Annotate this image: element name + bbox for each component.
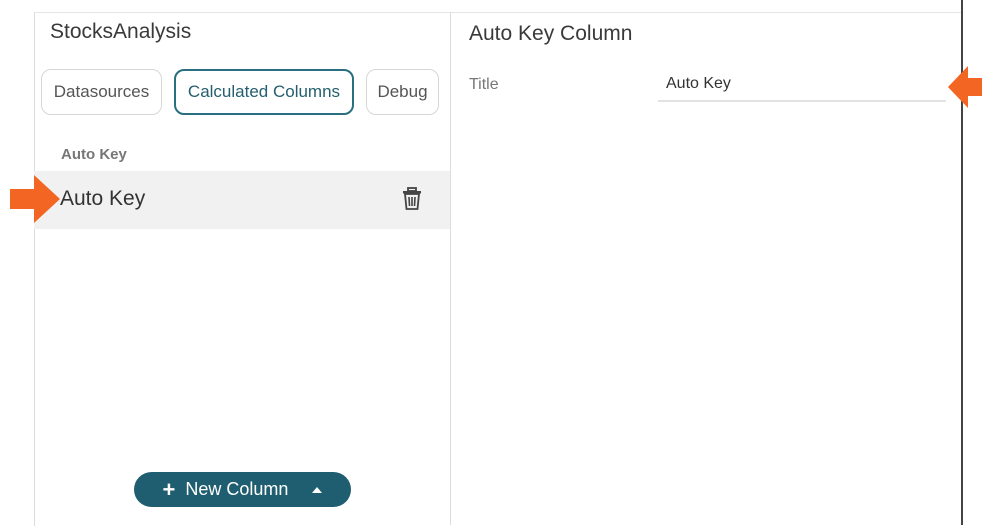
- list-item-label: Auto Key: [60, 187, 146, 210]
- calculated-columns-panel: StocksAnalysis Datasources Calculated Co…: [34, 12, 451, 525]
- trash-icon[interactable]: [401, 187, 423, 211]
- new-column-button[interactable]: + New Column: [134, 472, 351, 507]
- tab-calculated-columns[interactable]: Calculated Columns: [174, 69, 354, 115]
- plus-icon: +: [162, 476, 176, 502]
- editor-title: Auto Key Column: [469, 22, 633, 45]
- app-title: StocksAnalysis: [50, 20, 192, 43]
- list-section-label: Auto Key: [61, 146, 127, 163]
- new-column-label: New Column: [185, 479, 289, 499]
- title-field[interactable]: [658, 68, 946, 102]
- caret-up-icon: [312, 486, 323, 493]
- annotation-arrow-right: [948, 66, 982, 108]
- tab-debug[interactable]: Debug: [366, 69, 439, 115]
- tab-datasources[interactable]: Datasources: [41, 69, 162, 115]
- annotation-arrow-left: [10, 175, 60, 223]
- list-item-auto-key[interactable]: Auto Key: [34, 171, 450, 229]
- title-field-label: Title: [469, 76, 499, 93]
